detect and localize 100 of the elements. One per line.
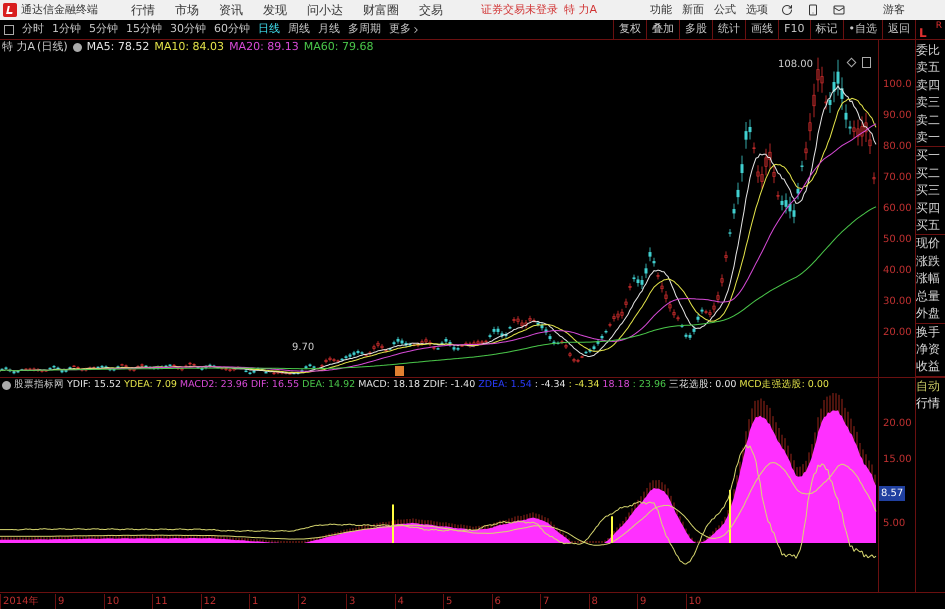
menu-item[interactable]: 资讯	[209, 1, 253, 19]
toolbar-button[interactable]: 多股	[679, 20, 712, 39]
quote-field[interactable]: 卖一	[916, 129, 945, 148]
price-axis-label: 60.00	[883, 202, 912, 216]
quote-field[interactable]: 总量	[916, 288, 945, 306]
period-tab[interactable]: 1分钟	[48, 21, 85, 38]
date-axis-label: 12	[200, 594, 249, 608]
price-axis-label: 20.00	[883, 326, 912, 340]
indicator-value: MCD走强选股: 0.00	[739, 378, 829, 392]
mode-button[interactable]: 自动	[916, 378, 945, 395]
price-axis-label: 100.0	[883, 78, 912, 92]
toolbar-button[interactable]: 返回	[882, 20, 915, 39]
quote-field[interactable]: 委比	[916, 42, 945, 60]
toolbar-button[interactable]: •自选	[842, 20, 882, 39]
indicator-axis-label: 5.00	[883, 517, 906, 531]
quote-field[interactable]: 买五	[916, 217, 945, 236]
quote-field[interactable]: 卖四	[916, 76, 945, 94]
period-tab[interactable]: 多周期	[344, 21, 385, 38]
toolbar-button[interactable]: 统计	[712, 20, 746, 39]
quote-field[interactable]: 换手	[916, 324, 945, 341]
toolbar-button[interactable]: 复权	[613, 20, 646, 39]
indicator-value: MACD2: 23.96	[180, 378, 248, 392]
period-tab[interactable]: 周线	[284, 21, 314, 38]
indicator-axis-label: 20.00	[883, 417, 912, 431]
stock-title: 特 力A	[2, 39, 36, 56]
toolbar-button[interactable]: 叠加	[646, 20, 680, 39]
left-panel-tab[interactable]: L	[919, 27, 927, 39]
date-axis-label: 3	[346, 594, 394, 608]
menu-action[interactable]: 公式	[709, 2, 742, 18]
ma-value: MA20: 89.13	[229, 39, 299, 56]
date-axis-label: 2	[298, 594, 346, 608]
date-axis-label: 11	[152, 594, 200, 608]
date-axis-label: 4	[394, 594, 443, 608]
indicator-value: DIF: 16.55	[250, 378, 300, 392]
indicator-value: 三花选股: 0.00	[669, 378, 736, 392]
quote-field[interactable]: 买四	[916, 200, 945, 218]
ma-value: MA60: 79.68	[304, 39, 374, 56]
stock-name: 特 力A	[564, 2, 598, 18]
menu-item[interactable]: 行情	[121, 1, 165, 19]
quote-field[interactable]: 现价	[916, 235, 945, 253]
toolbar-button[interactable]: 画线	[745, 20, 778, 39]
menu-item[interactable]: 市场	[165, 1, 209, 19]
quote-field[interactable]: 卖二	[916, 112, 945, 130]
toolbar-button[interactable]: 标记	[810, 20, 842, 39]
menu-item[interactable]: 发现	[253, 1, 297, 19]
period-tab[interactable]: 日线	[254, 21, 284, 38]
login-notice: 证券交易未登录	[481, 2, 558, 18]
app-title: 通达信金融终端	[21, 2, 99, 18]
indicator-value: 18.18	[602, 378, 630, 392]
menu-action[interactable]: 新面	[677, 2, 710, 18]
menu-item[interactable]: 问小达	[297, 1, 353, 19]
period-tab[interactable]: 分时	[18, 21, 48, 38]
period-tab[interactable]: 30分钟	[166, 21, 210, 38]
indicator-value: YDEA: 7.09	[124, 378, 177, 392]
quote-field[interactable]: 涨跌	[916, 252, 945, 270]
price-axis-label: 70.00	[883, 171, 912, 185]
quote-field[interactable]: 收益	[916, 358, 945, 377]
menu-item[interactable]: 财富圈	[353, 1, 409, 19]
period-tab[interactable]: 5分钟	[85, 21, 122, 38]
quote-field[interactable]: 卖三	[916, 94, 945, 112]
quote-field[interactable]: 买二	[916, 164, 945, 182]
indicator-axis-label: 15.00	[883, 453, 912, 467]
quote-field[interactable]: 涨幅	[916, 270, 945, 288]
price-axis-label: 30.00	[883, 295, 912, 309]
price-axis-label: 80.00	[883, 140, 912, 154]
date-axis-label: 6	[492, 594, 540, 608]
indicator-value: : -4.34	[534, 378, 566, 392]
quote-field[interactable]: 买一	[916, 147, 945, 165]
period-tab[interactable]: 月线	[314, 21, 344, 38]
date-axis-label: 10	[104, 594, 152, 608]
price-axis-label: 50.00	[883, 233, 912, 247]
menu-action[interactable]: 功能	[645, 2, 678, 18]
menu-item[interactable]: 交易	[409, 1, 453, 19]
date-axis-label: 2014年	[0, 594, 55, 608]
menu-action[interactable]: 选项	[741, 2, 774, 18]
quote-field[interactable]: 买三	[916, 182, 945, 200]
quote-field[interactable]: 净资	[916, 340, 945, 358]
user-label[interactable]: 游客	[883, 2, 906, 18]
period-tab[interactable]: 15分钟	[122, 21, 166, 38]
date-axis-label: 8	[588, 594, 637, 608]
price-axis-label: 40.00	[883, 264, 912, 278]
period-label: (日线)	[37, 39, 68, 56]
period-tab[interactable]: 60分钟	[210, 21, 254, 38]
ma-value: MA10: 84.03	[154, 39, 224, 56]
date-axis-label: 10	[686, 594, 734, 608]
current-value-label: 8.57	[879, 486, 906, 501]
mode-button[interactable]: 行情	[916, 395, 945, 412]
low-price-label: 9.70	[292, 342, 314, 354]
period-tab[interactable]: 更多	[385, 21, 425, 38]
toolbar-button[interactable]: F10	[778, 20, 810, 39]
date-axis-label: 1	[249, 594, 298, 608]
right-panel-tab[interactable]: R	[936, 22, 942, 31]
quote-field[interactable]: 外盘	[916, 305, 945, 324]
indicator-value: ZDEA: 1.54	[478, 378, 532, 392]
indicator-value: DEA: 14.92	[302, 378, 356, 392]
quote-field[interactable]: 卖五	[916, 59, 945, 77]
indicator-value: : 23.96	[632, 378, 666, 392]
indicator-name: 股票指标网	[14, 378, 64, 392]
price-axis-label: 90.00	[883, 109, 912, 123]
date-axis-label: 9	[637, 594, 686, 608]
